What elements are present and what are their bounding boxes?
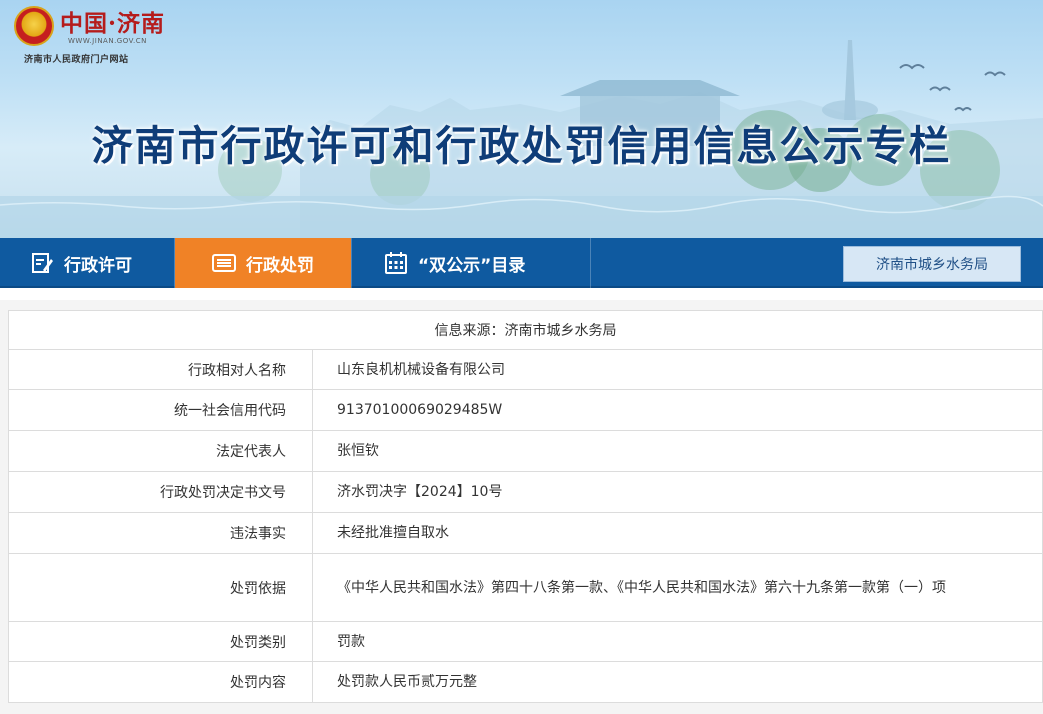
field-value: 未经批准擅自取水 xyxy=(312,512,1043,554)
table-row: 处罚内容 处罚款人民币贰万元整 xyxy=(8,661,1043,703)
field-value: 张恒钦 xyxy=(312,430,1043,472)
nav-item-label: “双公示”目录 xyxy=(418,255,526,276)
field-value: 91370100069029485W xyxy=(312,389,1043,431)
logo-subtitle: 济南市人民政府门户网站 xyxy=(24,55,129,65)
logo-url: WWW.JINAN.GOV.CN xyxy=(68,37,147,45)
table-row: 行政处罚决定书文号 济水罚决字【2024】10号 xyxy=(8,471,1043,513)
nav-item-double-publicity-catalog[interactable]: “双公示”目录 xyxy=(384,238,525,288)
field-value: 罚款 xyxy=(312,621,1043,662)
field-label: 处罚依据 xyxy=(8,553,313,622)
nav-item-label: 行政处罚 xyxy=(246,255,314,276)
field-label: 违法事实 xyxy=(8,512,313,554)
source-row: 信息来源：济南市城乡水务局 xyxy=(8,310,1043,350)
nav-item-administrative-penalty[interactable]: 行政处罚 xyxy=(175,238,351,288)
penalty-record-table: 信息来源：济南市城乡水务局 行政相对人名称 山东良机机械设备有限公司 统一社会信… xyxy=(8,310,1043,703)
department-button[interactable]: 济南市城乡水务局 xyxy=(843,246,1021,282)
table-row: 法定代表人 张恒钦 xyxy=(8,430,1043,472)
table-row: 违法事实 未经批准擅自取水 xyxy=(8,512,1043,554)
penalty-record-panel: 信息来源：济南市城乡水务局 行政相对人名称 山东良机机械设备有限公司 统一社会信… xyxy=(0,300,1043,714)
logo-text: 中国·济南 xyxy=(60,10,166,37)
nav-item-label: 行政许可 xyxy=(64,255,132,276)
field-label: 处罚内容 xyxy=(8,661,313,703)
list-card-icon xyxy=(212,254,236,272)
table-row: 处罚类别 罚款 xyxy=(8,621,1043,662)
header-banner: 中国·济南 WWW.JINAN.GOV.CN 济南市人民政府门户网站 济南市行政… xyxy=(0,0,1043,238)
table-row: 统一社会信用代码 91370100069029485W xyxy=(8,389,1043,431)
field-value: 处罚款人民币贰万元整 xyxy=(312,661,1043,703)
field-label: 处罚类别 xyxy=(8,621,313,662)
field-label: 法定代表人 xyxy=(8,430,313,472)
nav-item-administrative-license[interactable]: 行政许可 xyxy=(30,238,132,288)
calendar-icon xyxy=(385,252,407,274)
nav-divider xyxy=(351,238,352,288)
edit-document-icon xyxy=(32,253,53,273)
nav-divider xyxy=(590,238,591,288)
field-value: 济水罚决字【2024】10号 xyxy=(312,471,1043,513)
national-emblem-icon xyxy=(14,6,54,46)
table-row: 行政相对人名称 山东良机机械设备有限公司 xyxy=(8,349,1043,390)
site-logo[interactable]: 中国·济南 WWW.JINAN.GOV.CN 济南市人民政府门户网站 xyxy=(10,4,210,66)
field-label: 统一社会信用代码 xyxy=(8,389,313,431)
page-title: 济南市行政许可和行政处罚信用信息公示专栏 xyxy=(91,122,952,170)
field-label: 行政处罚决定书文号 xyxy=(8,471,313,513)
info-source: 信息来源：济南市城乡水务局 xyxy=(8,310,1043,350)
field-label: 行政相对人名称 xyxy=(8,349,313,390)
table-row: 处罚依据 《中华人民共和国水法》第四十八条第一款、《中华人民共和国水法》第六十九… xyxy=(8,553,1043,622)
field-value: 山东良机机械设备有限公司 xyxy=(312,349,1043,390)
field-value: 《中华人民共和国水法》第四十八条第一款、《中华人民共和国水法》第六十九条第一款第… xyxy=(312,553,1043,622)
